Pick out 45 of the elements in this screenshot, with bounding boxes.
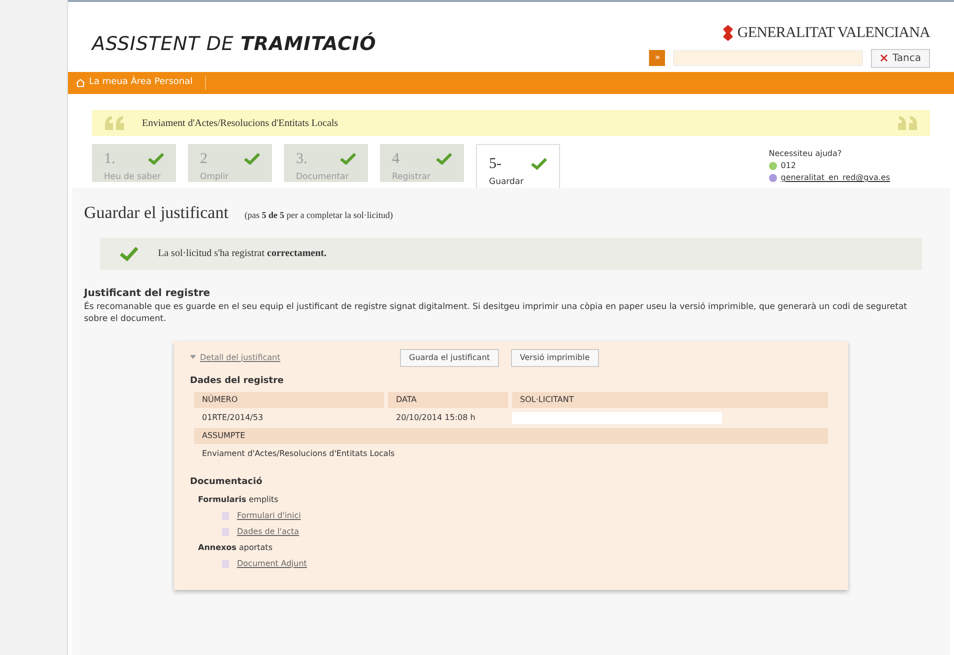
data-heading: Dades del registre <box>190 374 285 388</box>
close-button[interactable]: Tanca <box>871 48 930 68</box>
document-link[interactable]: Formulari d'inici <box>237 510 301 522</box>
column-header: ASSUMPTE <box>194 428 828 444</box>
caret-icon <box>190 354 196 360</box>
procedure-title: Enviament d'Actes/Resolucions d'Entitats Locals <box>142 116 338 130</box>
step-tab[interactable]: 5- Guardar <box>476 144 560 188</box>
logo-icon <box>723 25 734 42</box>
section-text: És recomanable que es guarde en el seu equip el justificant de registre signat digitalment. Si desitgeu imprimir una còpia en paper useu la versió imprimible, que generarà un codi de seguretat sobre el document. <box>84 300 908 324</box>
check-icon <box>120 246 138 260</box>
close-icon <box>880 54 888 62</box>
search-field[interactable] <box>673 50 864 66</box>
help-title: Necessiteu ajuda? <box>768 148 843 160</box>
table-cell-text: Enviament d'Actes/Resolucions d'Entitats Locals <box>201 448 396 460</box>
document-link[interactable]: Dades de l'acta <box>237 526 300 538</box>
action-button[interactable]: Guarda el justificant <box>400 348 499 366</box>
progress-text: (pas 5 de 5 per a completar la sol·licitud) <box>244 209 393 222</box>
logo-text: GENERALITAT VALENCIANA <box>737 24 930 43</box>
table-cell-text: 01RTE/2014/53 <box>201 412 264 424</box>
detail-toggle[interactable]: Detall del justificant <box>190 352 400 364</box>
check-icon <box>244 153 260 166</box>
docs-heading: Documentació <box>190 476 264 489</box>
column-header: SOL·LICITANT <box>512 392 828 408</box>
table-cell-text: 20/10/2014 15:08 h <box>395 412 476 424</box>
check-icon <box>531 158 547 170</box>
quote-icon <box>104 115 126 131</box>
document-icon <box>222 560 229 568</box>
document-link[interactable]: Document Adjunt <box>237 558 307 570</box>
column-header: NÚMERO <box>194 392 384 408</box>
help-phone: 012 <box>768 160 890 172</box>
page-title: Guardar el justificant <box>84 202 228 224</box>
check-icon <box>148 153 164 166</box>
check-icon <box>436 153 452 166</box>
action-button[interactable]: Versió imprimible <box>510 348 599 366</box>
search-button[interactable]: » <box>649 50 666 66</box>
help-email-link[interactable]: generalitat_en_red@gva.es <box>768 172 890 184</box>
quote-icon <box>896 115 918 131</box>
check-icon <box>340 153 356 166</box>
group-title: Annexos aportats <box>198 542 272 552</box>
section-heading: Justificant del registre <box>84 286 212 300</box>
app-title: ASSISTENT DE TRAMITACIÓ <box>92 31 376 57</box>
group-title: Formularis emplits <box>198 494 278 504</box>
column-header: DATA <box>388 392 508 408</box>
success-text: La sol·licitud s'ha registrat correctament. <box>158 247 327 261</box>
home-icon <box>76 79 85 87</box>
